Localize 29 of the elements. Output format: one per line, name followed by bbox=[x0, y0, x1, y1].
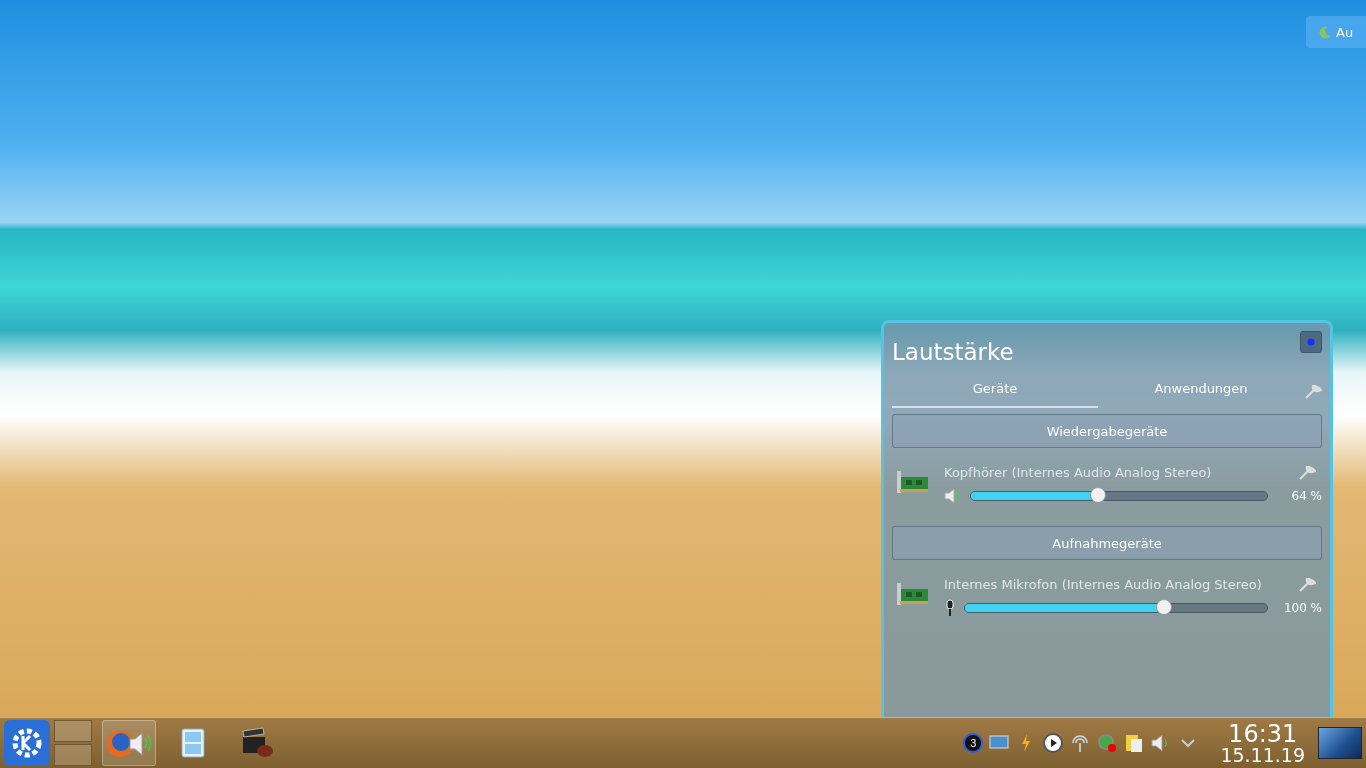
play-icon[interactable] bbox=[1042, 732, 1065, 754]
notification-count[interactable]: 3 bbox=[963, 733, 984, 753]
tab[interactable]: Geräte bbox=[892, 373, 1098, 408]
show-desktop-button[interactable] bbox=[1318, 727, 1362, 759]
clock-date: 15.11.19 bbox=[1220, 745, 1305, 765]
speaker-icon[interactable] bbox=[944, 488, 962, 504]
volume-reading: 100 % bbox=[1282, 601, 1322, 615]
volume-reading: 64 % bbox=[1290, 489, 1322, 503]
clock-time: 16:31 bbox=[1228, 721, 1298, 746]
slider-handle[interactable] bbox=[1090, 487, 1107, 503]
section-header: Aufnahmegeräte bbox=[892, 526, 1322, 560]
gear-logo-icon bbox=[10, 726, 44, 760]
device-name: Internes Mikrofon (Internes Audio Analog Stereo) bbox=[944, 576, 1263, 592]
sound-card-icon bbox=[896, 581, 928, 607]
slider-handle[interactable] bbox=[1156, 599, 1173, 615]
task-button[interactable] bbox=[102, 720, 156, 766]
dot-icon bbox=[1307, 338, 1315, 346]
start-menu-button[interactable] bbox=[4, 720, 50, 766]
file-cabinet-icon bbox=[181, 728, 205, 758]
device-name: Kopfhörer (Internes Audio Analog Stereo) bbox=[944, 464, 1213, 480]
sound-card-icon bbox=[896, 469, 928, 495]
section-header: Wiedergabegeräte bbox=[892, 414, 1322, 448]
desktop-pager[interactable] bbox=[54, 720, 92, 742]
notification-tab[interactable]: Au bbox=[1306, 16, 1366, 48]
clapperboard-icon bbox=[241, 727, 273, 759]
popup-title: Lautstärke bbox=[892, 339, 1014, 365]
tab[interactable]: Anwendungen bbox=[1098, 373, 1304, 408]
microphone-icon[interactable] bbox=[944, 599, 956, 617]
notification-text: Au bbox=[1336, 24, 1354, 40]
